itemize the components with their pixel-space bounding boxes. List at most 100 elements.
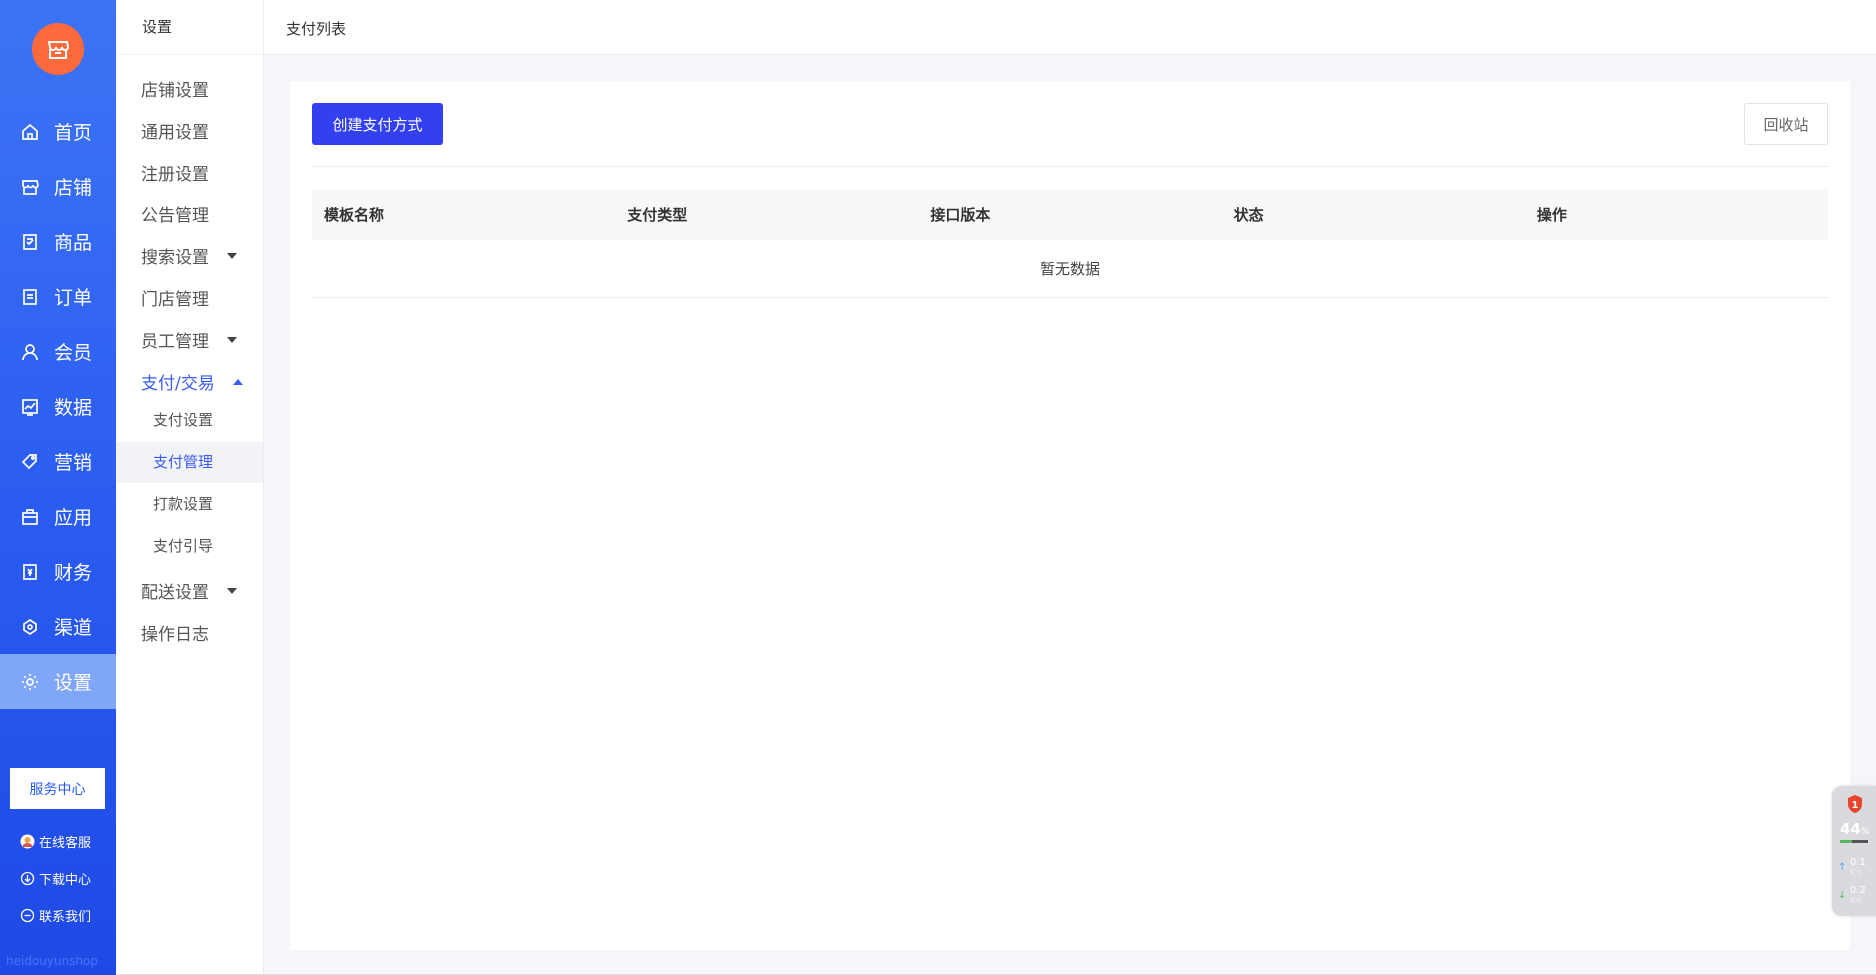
subnav-item-delivery-settings[interactable]: 配送设置	[141, 578, 237, 603]
rail-item-label: 店铺	[54, 177, 93, 199]
rail-item-order[interactable]: 订单	[0, 269, 116, 324]
chevron-down-icon	[227, 336, 237, 343]
subnav-item-store-settings[interactable]: 店铺设置	[141, 76, 209, 101]
gear-icon	[20, 672, 40, 692]
subnav-item-store-management[interactable]: 门店管理	[141, 285, 209, 310]
rail-item-label: 设置	[54, 672, 93, 694]
chevron-down-icon	[227, 587, 237, 594]
rail-item-label: 财务	[54, 562, 93, 584]
subnav-item-announcements[interactable]: 公告管理	[141, 201, 209, 226]
rail-item-label: 数据	[54, 397, 93, 419]
store-logo-icon[interactable]	[32, 23, 84, 75]
contact-us-label: 联系我们	[39, 910, 92, 925]
subnav-sub-payment-guide[interactable]: 支付引导	[116, 526, 263, 567]
download-icon	[20, 871, 35, 886]
network-speed-widget[interactable]: 1 44% ↑ 0.1 K/s ↓ 0.2 K/s	[1832, 786, 1876, 916]
message-icon	[20, 908, 35, 923]
rail-item-data[interactable]: 数据	[0, 379, 116, 434]
app-icon	[20, 507, 40, 527]
rail-item-home[interactable]: 首页	[0, 104, 116, 159]
subnav-item-staff-management[interactable]: 员工管理	[141, 327, 237, 352]
goods-icon	[20, 232, 40, 252]
rail-item-label: 订单	[54, 287, 93, 309]
order-icon	[20, 287, 40, 307]
subnav-item-label: 公告管理	[141, 206, 209, 226]
chevron-down-icon	[227, 252, 237, 259]
download-center-label: 下载中心	[39, 873, 92, 888]
divider	[312, 166, 1828, 167]
cpu-percent: 44%	[1840, 820, 1869, 838]
download-speed: 0.2 K/s	[1850, 886, 1866, 906]
rail-item-label: 商品	[54, 232, 93, 254]
upload-speed-unit: K/s	[1850, 868, 1863, 877]
create-payment-method-button[interactable]: 创建支付方式	[312, 103, 443, 145]
rail-item-channel[interactable]: 渠道	[0, 599, 116, 654]
page-header: 支付列表	[264, 0, 1876, 55]
rail-item-label: 应用	[54, 507, 93, 529]
subnav-item-label: 通用设置	[141, 123, 209, 143]
upload-speed-value: 0.1	[1850, 857, 1866, 868]
rail-item-member[interactable]: 会员	[0, 324, 116, 379]
rail-item-store[interactable]: 店铺	[0, 159, 116, 214]
column-header-actions: 操作	[1536, 206, 1567, 224]
rail-item-apps[interactable]: 应用	[0, 489, 116, 544]
subnav-sub-payment-management[interactable]: 支付管理	[116, 442, 263, 483]
subnav-item-label: 门店管理	[141, 290, 209, 310]
store-icon	[20, 177, 40, 197]
shield-badge-count: 1	[1852, 800, 1859, 811]
payment-list-panel: 创建支付方式 回收站 模板名称 支付类型 接口版本 状态 操作 暂无数据	[290, 81, 1850, 950]
avatar-icon	[20, 834, 35, 849]
channel-icon	[20, 617, 40, 637]
payment-table: 模板名称 支付类型 接口版本 状态 操作 暂无数据	[312, 189, 1828, 298]
cpu-percent-value: 44	[1840, 820, 1861, 838]
cpu-bar	[1840, 840, 1868, 843]
cpu-bar-fill	[1840, 840, 1853, 843]
column-header-template-name: 模板名称	[324, 206, 385, 224]
subnav-item-register-settings[interactable]: 注册设置	[141, 160, 209, 185]
settings-subnav: 设置 店铺设置 通用设置 注册设置 公告管理 搜索设置 门店管理 员工管理 支付…	[116, 0, 264, 975]
column-header-status: 状态	[1233, 206, 1264, 224]
chart-icon	[20, 397, 40, 417]
rail-item-label: 首页	[54, 122, 93, 144]
subnav-item-label: 店铺设置	[141, 81, 209, 101]
rail-item-marketing[interactable]: 营销	[0, 434, 116, 489]
rail-item-settings[interactable]: 设置	[0, 654, 116, 709]
upload-speed: 0.1 K/s	[1850, 858, 1866, 878]
subnav-item-general-settings[interactable]: 通用设置	[141, 118, 209, 143]
download-arrow-icon: ↓	[1838, 890, 1847, 901]
online-support-label: 在线客服	[39, 836, 92, 851]
online-support-link[interactable]: 在线客服	[20, 832, 91, 851]
rail-item-label: 会员	[54, 342, 93, 364]
breadcrumb: 支付列表	[286, 20, 347, 38]
subnav-item-payment-trade[interactable]: 支付/交易	[141, 369, 243, 394]
column-header-api-version: 接口版本	[930, 206, 991, 224]
contact-us-link[interactable]: 联系我们	[20, 906, 91, 925]
upload-arrow-icon: ↑	[1838, 862, 1847, 873]
user-icon	[20, 342, 40, 362]
cpu-percent-unit: %	[1860, 827, 1870, 837]
subnav-item-label: 注册设置	[141, 165, 209, 185]
tag-icon	[20, 452, 40, 472]
recycle-bin-button[interactable]: 回收站	[1744, 103, 1828, 145]
subnav-item-search-settings[interactable]: 搜索设置	[141, 243, 237, 268]
rail-item-goods[interactable]: 商品	[0, 214, 116, 269]
empty-state: 暂无数据	[312, 240, 1828, 298]
subnav-item-label: 操作日志	[141, 625, 209, 645]
main-sidebar: 首页 店铺 商品 订单 会员 数据 营销 应用 财务 渠道 设置 服务中心 在线…	[0, 0, 116, 975]
subnav-item-label: 配送设置	[141, 583, 209, 603]
home-icon	[20, 122, 40, 142]
service-center-button[interactable]: 服务中心	[10, 768, 105, 809]
brand-footer: heidouyunshop	[6, 954, 99, 968]
download-speed-value: 0.2	[1850, 885, 1866, 896]
download-center-link[interactable]: 下载中心	[20, 869, 91, 888]
subnav-item-operation-log[interactable]: 操作日志	[141, 620, 209, 645]
subnav-sub-payment-settings[interactable]: 支付设置	[116, 400, 263, 441]
subnav-item-label: 搜索设置	[141, 248, 209, 268]
subnav-sub-payout-settings[interactable]: 打款设置	[116, 484, 263, 525]
chevron-up-icon	[232, 378, 243, 385]
rail-item-finance[interactable]: 财务	[0, 544, 116, 599]
subnav-title: 设置	[116, 0, 263, 55]
rail-item-label: 渠道	[54, 617, 93, 639]
rail-item-label: 营销	[54, 452, 93, 474]
table-header: 模板名称 支付类型 接口版本 状态 操作	[312, 189, 1828, 240]
